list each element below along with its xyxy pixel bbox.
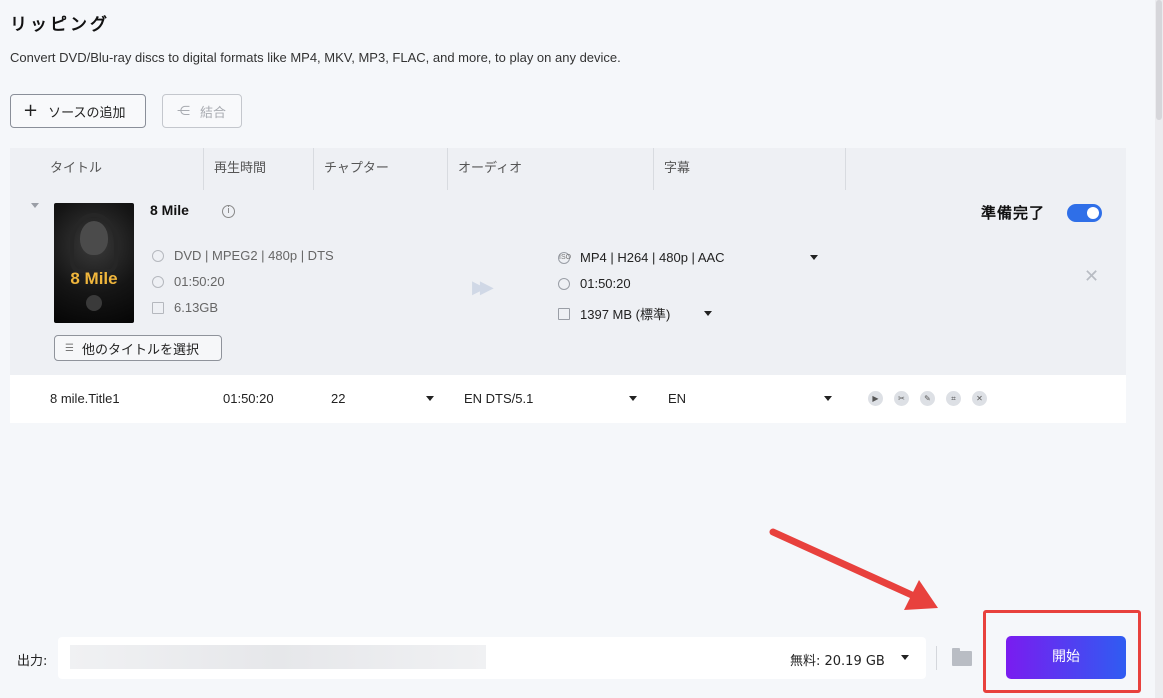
remove-item-icon[interactable]: ✕ [1084, 266, 1099, 287]
list-icon: ☰ [65, 342, 74, 354]
source-format: DVD | MPEG2 | 480p | DTS [152, 248, 334, 263]
collapse-arrow-icon[interactable] [31, 203, 39, 208]
output-path-field[interactable]: 無料: 20.19 GB [58, 637, 926, 679]
scrollbar-thumb[interactable] [1156, 0, 1162, 120]
scrollbar[interactable] [1155, 0, 1163, 698]
column-header-subtitle: 字幕 [654, 148, 846, 190]
crop-icon[interactable]: ⌗ [946, 391, 961, 406]
file-size-icon [558, 307, 570, 320]
info-icon[interactable]: i [222, 205, 235, 218]
play-icon[interactable]: ▶ [868, 391, 883, 406]
add-source-label: ソースの追加 [48, 105, 126, 121]
folder-icon[interactable] [952, 648, 972, 666]
merge-label: 結合 [200, 105, 227, 121]
chevron-down-icon [704, 311, 712, 316]
chevron-down-icon [810, 255, 818, 260]
chapters-dropdown-icon[interactable] [426, 396, 434, 401]
file-size-icon [152, 301, 164, 314]
audio-dropdown-icon[interactable] [629, 396, 637, 401]
clock-icon [152, 275, 164, 288]
source-size: 6.13GB [152, 300, 218, 315]
page-description: Convert DVD/Blu-ray discs to digital for… [10, 50, 621, 65]
table-row[interactable]: 8 mile.Title1 01:50:20 22 EN DTS/5.1 EN … [10, 375, 1126, 423]
merge-icon: ⋲ [177, 103, 190, 119]
ready-toggle[interactable] [1067, 204, 1102, 222]
disc-item: 8 Mile 8 Mile i DVD | MPEG2 | 480p | DTS… [10, 190, 1126, 375]
clock-icon [558, 277, 570, 290]
output-path-value [70, 645, 486, 669]
output-format-select[interactable]: ISO MP4 | H264 | 480p | AAC [558, 250, 818, 265]
convert-arrow-icon: ▶▶ [472, 277, 494, 298]
poster-hand [86, 295, 102, 311]
toggle-knob [1087, 207, 1099, 219]
format-icon: ISO [558, 251, 571, 264]
disc-icon [152, 249, 164, 262]
poster-title: 8 Mile [70, 269, 118, 288]
poster-face [80, 221, 108, 255]
output-size-select[interactable]: 1397 MB (標準) [558, 304, 712, 323]
output-format-text: MP4 | H264 | 480p | AAC [580, 250, 725, 265]
source-format-text: DVD | MPEG2 | 480p | DTS [174, 248, 334, 263]
column-header-chapters: チャプター [314, 148, 448, 190]
table-header: タイトル 再生時間 チャプター オーディオ 字幕 [10, 148, 1126, 190]
chevron-down-icon[interactable] [901, 655, 909, 660]
column-header-audio: オーディオ [448, 148, 654, 190]
ripping-window: リッピング Convert DVD/Blu-ray discs to digit… [0, 0, 1163, 698]
track-title: 8 mile.Title1 [50, 391, 120, 406]
output-duration: 01:50:20 [558, 276, 631, 291]
source-size-text: 6.13GB [174, 300, 219, 315]
column-header-duration: 再生時間 [204, 148, 314, 190]
subtitle-dropdown-icon[interactable] [824, 396, 832, 401]
row-actions: ▶ ✂ ✎ ⌗ ✕ [868, 391, 998, 406]
merge-button[interactable]: ⋲ 結合 [162, 94, 242, 128]
select-other-titles-label: 他のタイトルを選択 [81, 342, 199, 358]
add-source-button[interactable]: + ソースの追加 [10, 94, 146, 128]
track-subtitle: EN [668, 391, 687, 406]
delete-icon[interactable]: ✕ [972, 391, 987, 406]
plus-icon: + [23, 100, 39, 121]
title-table: タイトル 再生時間 チャプター オーディオ 字幕 8 Mile 8 Mile i… [10, 148, 1126, 423]
edit-icon[interactable]: ✎ [920, 391, 935, 406]
output-size-text: 1397 MB (標準) [580, 307, 671, 322]
select-other-titles-button[interactable]: ☰ 他のタイトルを選択 [54, 335, 222, 361]
ready-label: 準備完了 [981, 204, 1046, 222]
item-title: 8 Mile [150, 202, 189, 218]
source-duration-text: 01:50:20 [174, 274, 225, 289]
track-duration: 01:50:20 [223, 391, 274, 406]
trim-icon[interactable]: ✂ [894, 391, 909, 406]
source-duration: 01:50:20 [152, 274, 225, 289]
footer-divider [936, 646, 937, 670]
output-duration-text: 01:50:20 [580, 276, 631, 291]
page-title: リッピング [10, 15, 110, 35]
output-label: 出力: [17, 654, 48, 669]
track-audio: EN DTS/5.1 [464, 391, 534, 406]
free-space-label: 無料: 20.19 GB [790, 654, 885, 669]
start-button[interactable]: 開始 [1006, 636, 1126, 679]
column-header-title: タイトル [40, 148, 204, 190]
track-chapters: 22 [331, 391, 346, 406]
movie-poster: 8 Mile [54, 203, 134, 323]
